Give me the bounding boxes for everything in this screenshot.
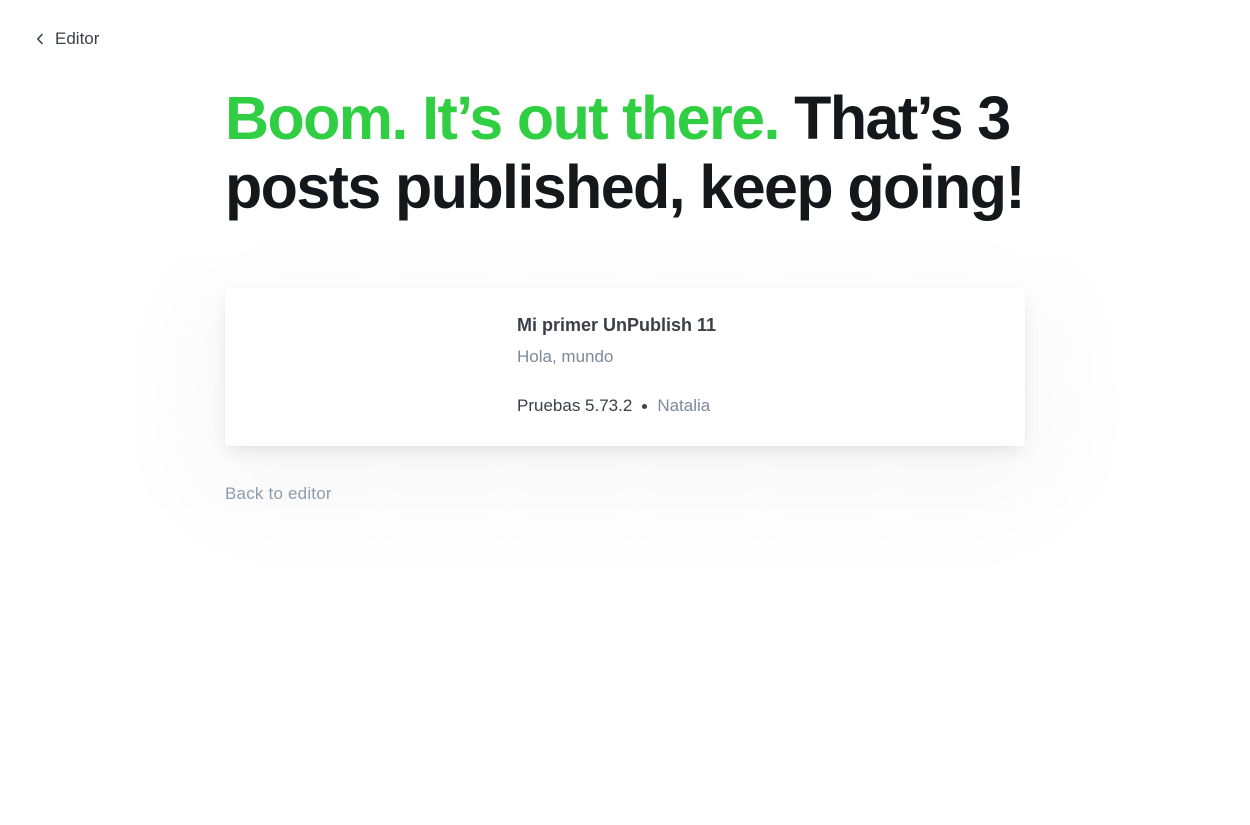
separator-dot: [642, 403, 648, 409]
headline-accent: Boom. It’s out there.: [225, 84, 780, 152]
post-card-content: Mi primer UnPublish 11 Hola, mundo Prueb…: [517, 313, 1001, 418]
site-name: Pruebas 5.73.2: [517, 396, 633, 415]
published-post-card[interactable]: Mi primer UnPublish 11 Hola, mundo Prueb…: [225, 288, 1025, 446]
post-author: Natalia: [657, 396, 711, 415]
back-link-label: Editor: [55, 29, 100, 48]
post-title: Mi primer UnPublish 11: [517, 315, 717, 335]
post-meta: Pruebas 5.73.2 Natalia: [517, 394, 1001, 418]
page-title: Boom. It’s out there. That’s 3 posts pub…: [225, 84, 1045, 222]
post-excerpt: Hola, mundo: [517, 347, 614, 366]
back-to-editor-button[interactable]: Back to editor: [225, 484, 332, 504]
back-to-editor-link[interactable]: Editor: [35, 29, 99, 49]
publish-complete-page: Editor Boom. It’s out there. That’s 3 po…: [0, 0, 1250, 825]
chevron-left-icon: [35, 33, 45, 45]
